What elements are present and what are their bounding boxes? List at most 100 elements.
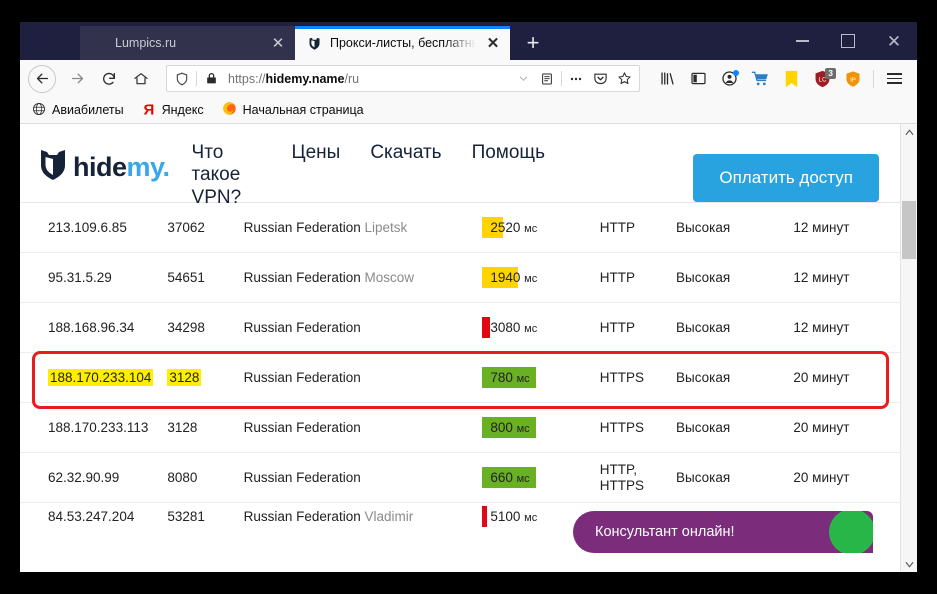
table-row[interactable]: 188.170.233.1043128Russian Federation780… <box>20 353 901 403</box>
address-bar[interactable]: https://hidemy.name/ru <box>166 65 640 92</box>
speed-unit: мс <box>524 273 537 285</box>
pay-access-button[interactable]: Оплатить доступ <box>693 154 879 202</box>
close-icon[interactable]: ✕ <box>484 34 502 52</box>
cell-port: 34298 <box>167 320 243 335</box>
geo-country: Russian Federation <box>244 370 361 385</box>
reload-icon[interactable] <box>94 65 124 93</box>
cell-protocol: HTTPS <box>600 420 676 435</box>
chevron-down-icon[interactable] <box>511 68 535 89</box>
port-value: 37062 <box>167 220 205 235</box>
geo-country: Russian Federation <box>244 270 361 285</box>
cell-port: 37062 <box>167 220 243 235</box>
cell-ip: 62.32.90.99 <box>20 470 167 485</box>
site-nav: Что такое VPN? Цены Скачать Помощь <box>192 142 545 209</box>
cell-anonymity: Высокая <box>676 220 793 235</box>
close-window-button[interactable]: ✕ <box>871 22 917 60</box>
geo-country: Russian Federation <box>244 220 361 235</box>
scroll-down-arrow-icon[interactable] <box>901 556 917 572</box>
home-icon[interactable] <box>126 65 156 93</box>
speed-indicator: 660 мс <box>482 467 535 488</box>
browser-tab-lumpics[interactable]: Lumpics.ru ✕ <box>80 26 295 60</box>
chat-widget[interactable]: Консультант онлайн! <box>573 511 873 553</box>
cell-geolocation: Russian Federation Lipetsk <box>244 220 483 235</box>
scroll-up-arrow-icon[interactable] <box>901 124 917 141</box>
library-icon[interactable] <box>652 65 682 93</box>
window-controls: ✕ <box>779 22 917 60</box>
cell-speed: 780 мс <box>482 367 599 388</box>
site-logo-text: hidemy. <box>73 152 170 183</box>
speed-value: 800 мс <box>482 417 535 438</box>
nav-item-help[interactable]: Помощь <box>472 142 545 164</box>
lock-icon[interactable] <box>199 68 223 89</box>
reader-mode-icon[interactable] <box>535 68 559 89</box>
bookmark-home-page[interactable]: Начальная страница <box>222 101 364 119</box>
speed-value: 780 мс <box>482 367 535 388</box>
speed-indicator: 780 мс <box>482 367 535 388</box>
tab-strip: Lumpics.ru ✕ Прокси-листы, бесплатный сп… <box>20 22 917 60</box>
table-row[interactable]: 188.168.96.3434298Russian Federation3080… <box>20 303 901 353</box>
cell-last-checked: 12 минут <box>793 320 901 335</box>
speed-value: 5100 мс <box>482 506 543 527</box>
orange-circle-icon <box>92 36 107 51</box>
account-notification-dot <box>733 70 739 76</box>
browser-tab-proxy-lists[interactable]: Прокси-листы, бесплатный сп ✕ <box>295 26 510 60</box>
cell-speed: 660 мс <box>482 467 599 488</box>
bookmark-icon[interactable] <box>776 65 806 93</box>
cell-speed: 800 мс <box>482 417 599 438</box>
cell-geolocation: Russian Federation Moscow <box>244 270 483 285</box>
shopping-cart-icon[interactable] <box>745 65 775 93</box>
sidebar-icon[interactable] <box>683 65 713 93</box>
account-icon[interactable] <box>714 65 744 93</box>
toolbar-icons: LC 3 IP <box>648 65 909 93</box>
hidemy-name-page: hidemy. Что такое VPN? Цены Скачать Помо… <box>20 124 901 572</box>
extension-lc-icon[interactable]: LC 3 <box>807 65 837 93</box>
nav-item-download[interactable]: Скачать <box>370 142 441 164</box>
bookmark-aviabilety[interactable]: Авиабилеты <box>32 102 124 119</box>
maximize-button[interactable] <box>825 22 871 60</box>
svg-text:IP: IP <box>850 77 856 83</box>
cell-ip: 213.109.6.85 <box>20 220 167 235</box>
bookmark-label: Авиабилеты <box>52 103 124 117</box>
page-actions-icon[interactable] <box>564 68 588 89</box>
tracking-protection-shield-icon[interactable] <box>170 68 194 89</box>
speed-unit: мс <box>517 423 530 435</box>
page-scrollbar[interactable] <box>900 124 917 572</box>
cell-protocol: HTTP <box>600 220 676 235</box>
scrollbar-thumb[interactable] <box>902 201 916 259</box>
close-icon[interactable]: ✕ <box>269 34 287 52</box>
cell-protocol: HTTP <box>600 270 676 285</box>
nav-item-prices[interactable]: Цены <box>292 142 341 164</box>
table-row[interactable]: 188.170.233.1133128Russian Federation800… <box>20 403 901 453</box>
speed-unit: мс <box>524 323 537 335</box>
table-row[interactable]: 62.32.90.998080Russian Federation660 мсH… <box>20 453 901 503</box>
extension-ip-shield-icon[interactable]: IP <box>838 65 868 93</box>
speed-value: 1940 мс <box>482 267 543 288</box>
minimize-button[interactable] <box>779 22 825 60</box>
bookmark-yandex[interactable]: Я Яндекс <box>142 101 204 120</box>
screenshot-root: Lumpics.ru ✕ Прокси-листы, бесплатный сп… <box>0 0 937 594</box>
bookmark-star-icon[interactable] <box>612 68 636 89</box>
geo-country: Russian Federation <box>244 320 361 335</box>
table-row[interactable]: 95.31.5.2954651Russian Federation Moscow… <box>20 253 901 303</box>
cell-last-checked: 12 минут <box>793 220 901 235</box>
bookmarks-bar: Авиабилеты Я Яндекс Начальная страница <box>20 97 917 124</box>
speed-indicator: 5100 мс <box>482 506 543 527</box>
menu-icon[interactable] <box>879 65 909 93</box>
cell-speed: 1940 мс <box>482 267 599 288</box>
scrollbar-track[interactable] <box>901 141 917 556</box>
nav-item-what-is-vpn[interactable]: Что такое VPN? <box>192 142 262 209</box>
cell-port: 8080 <box>167 470 243 485</box>
cell-last-checked: 20 минут <box>793 420 901 435</box>
forward-icon[interactable] <box>62 65 92 93</box>
bookmark-label: Начальная страница <box>243 103 364 117</box>
table-row[interactable]: 213.109.6.8537062 Russian Federation Lipe… <box>20 203 901 253</box>
toolbar-divider <box>873 70 874 88</box>
yandex-icon: Я <box>142 101 156 120</box>
speed-indicator: 3080 мс <box>482 317 543 338</box>
pocket-icon[interactable] <box>588 68 612 89</box>
new-tab-button[interactable]: + <box>516 26 550 60</box>
site-logo[interactable]: hidemy. <box>20 148 170 186</box>
back-icon[interactable] <box>28 65 56 93</box>
cell-geolocation: Russian Federation <box>244 320 483 335</box>
url-text[interactable]: https://hidemy.name/ru <box>223 72 511 86</box>
